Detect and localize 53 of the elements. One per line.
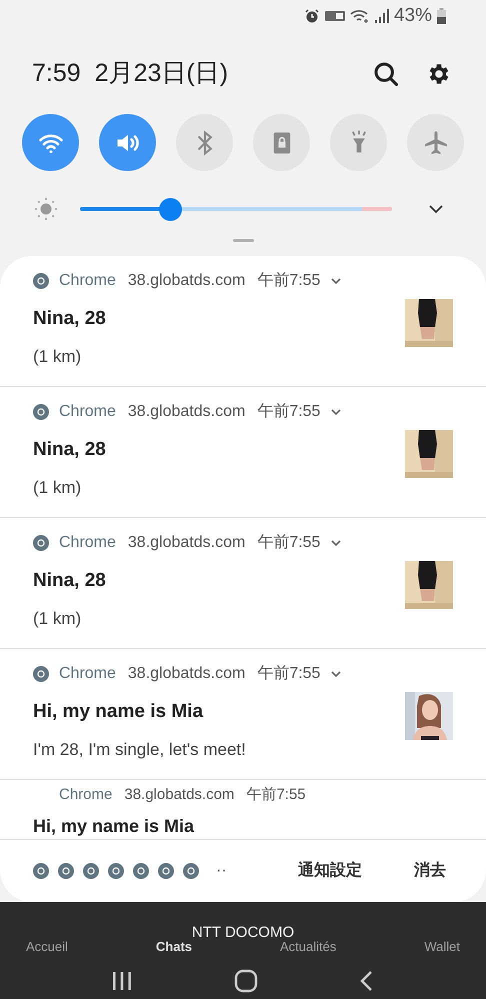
browser-icon [33,666,49,682]
brightness-icon [34,197,58,221]
app-icon [83,863,99,879]
date-text: 2月23日(日) [94,58,228,90]
alarm-icon [304,8,320,24]
browser-icon [33,404,49,420]
clock-time: 7:59 [32,58,81,90]
app-icon [158,863,174,879]
app-tab[interactable]: Accueil [26,936,68,956]
browser-icon [33,273,49,289]
notification-title: Nina, 28 [33,569,107,593]
notification-time: 午前7:55 [246,785,306,805]
notification-title: Nina, 28 [33,307,107,331]
notification-title: Hi, my name is Mia [33,700,204,724]
app-icon [108,863,124,879]
app-icon [33,863,49,879]
notification-time: 午前7:55 [257,664,320,684]
notification-title: Nina, 28 [33,438,107,462]
app-icon [58,863,74,879]
app-name: Chrome [59,533,116,553]
site-url: 38.globatds.com [128,664,246,684]
notification-settings-button[interactable]: 通知設定 [298,859,362,883]
notification-time: 午前7:55 [257,271,320,291]
app-tab[interactable]: Wallet [424,936,460,956]
site-url: 38.globatds.com [128,271,246,291]
wifi-signal-icon [350,8,370,24]
notification-body: I'm 28, I'm single, let's meet! [33,738,247,760]
site-url: 38.globatds.com [128,533,246,553]
app-name: Chrome [59,402,116,422]
home-button[interactable] [234,968,258,992]
app-name: Chrome [59,785,112,805]
notification-body: (1 km) [33,346,82,368]
brightness-slider[interactable] [80,197,392,221]
notification-body: (1 km) [33,608,82,630]
notification-time: 午前7:55 [257,402,320,422]
app-icon [133,863,149,879]
volte-icon [324,11,345,21]
app-name: Chrome [59,271,116,291]
notification-time: 午前7:55 [257,533,320,553]
cell-signal-icon [374,9,389,23]
app-name: Chrome [59,664,116,684]
battery-icon [437,8,446,24]
more-indicator: ·· [216,861,227,881]
browser-icon [33,535,49,551]
notification-body: (1 km) [33,476,82,498]
site-url: 38.globatds.com [124,785,234,805]
drag-handle[interactable] [232,239,254,242]
recent-apps-button[interactable] [110,970,133,992]
app-icon [183,863,199,879]
clear-button[interactable]: 消去 [414,859,446,883]
battery-percent: 43% [394,4,432,28]
notification-title: Hi, my name is Mia [33,814,196,838]
site-url: 38.globatds.com [128,402,246,422]
